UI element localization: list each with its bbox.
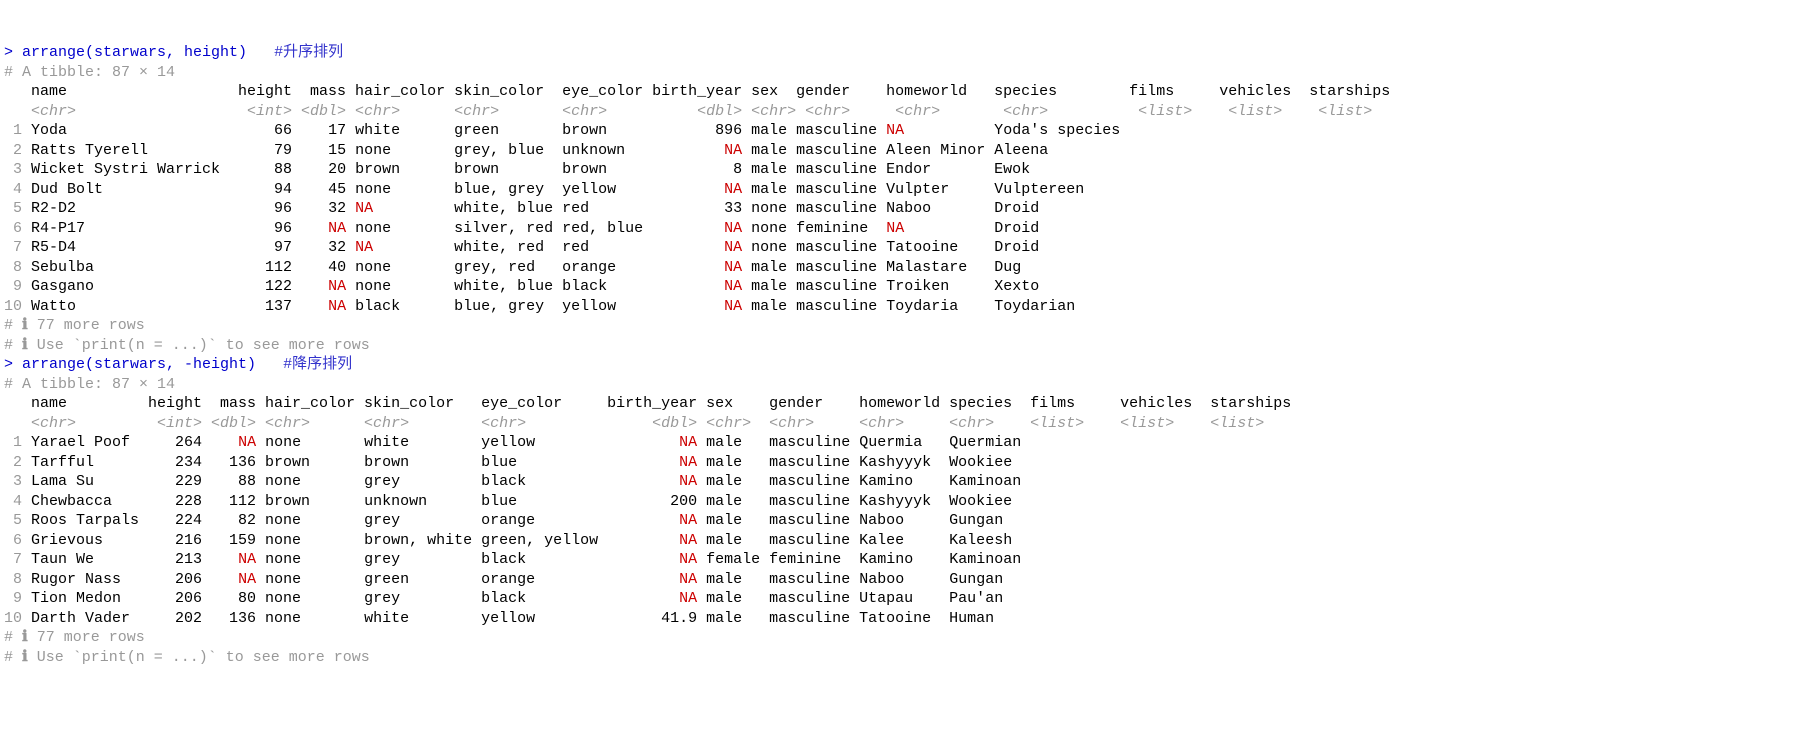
comment: #降序排列 xyxy=(283,356,352,373)
data-rows: 1 Yarael Poof 264 NA none white yellow N… xyxy=(4,434,1048,627)
tibble-info: # A tibble: 87 × 14 xyxy=(4,376,175,393)
comment: #升序排列 xyxy=(274,44,343,61)
console-output: > arrange(starwars, height) #升序排列 # A ti… xyxy=(4,43,1808,667)
header-row: name height mass hair_color skin_color e… xyxy=(4,83,1390,100)
info-line: # ℹ 77 more rows xyxy=(4,629,145,646)
info-line: # ℹ Use `print(n = ...)` to see more row… xyxy=(4,337,370,354)
header-row: name height mass hair_color skin_color e… xyxy=(4,395,1291,412)
type-row: <chr> <int> <dbl> <chr> <chr> <chr> <dbl… xyxy=(4,103,1399,120)
r-code: arrange(starwars, height) xyxy=(22,44,247,61)
prompt: > xyxy=(4,44,22,61)
r-code: arrange(starwars, -height) xyxy=(22,356,256,373)
data-rows: 1 Yoda 66 17 white green brown 896 male … xyxy=(4,122,1147,315)
tibble-info: # A tibble: 87 × 14 xyxy=(4,64,175,81)
info-line: # ℹ 77 more rows xyxy=(4,317,145,334)
info-line: # ℹ Use `print(n = ...)` to see more row… xyxy=(4,649,370,666)
prompt: > xyxy=(4,356,22,373)
type-row: <chr> <int> <dbl> <chr> <chr> <chr> <dbl… xyxy=(4,415,1291,432)
